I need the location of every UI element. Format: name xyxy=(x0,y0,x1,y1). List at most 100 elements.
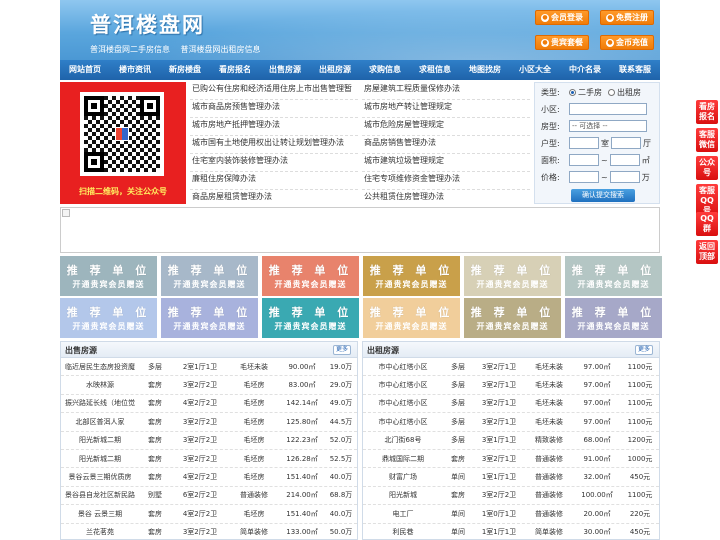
listing-row[interactable]: 景谷 云景三期 套房 4室2厅2卫 毛坯房 151.40㎡ 40.0万 xyxy=(61,505,357,524)
listing-row[interactable]: 阳光新城 套房 3室2厅2卫 普通装修 100.00㎡ 1100元 xyxy=(363,487,659,506)
recommended-unit-tile[interactable]: 推 荐 单 位开通贵宾会员赠送 xyxy=(464,298,561,338)
float-official-account[interactable]: 公众号 xyxy=(696,156,718,180)
site-logo[interactable]: 普洱楼盘网 xyxy=(90,9,205,39)
recommended-unit-tile[interactable]: 推 荐 单 位开通贵宾会员赠送 xyxy=(363,256,460,296)
news-item[interactable]: 城市危险房屋管理规定 xyxy=(362,118,530,136)
listing-row[interactable]: 市中心红塔小区 多层 3室2厅1卫 毛坯未装 97.00㎡ 1100元 xyxy=(363,376,659,395)
listing-price: 68.8万 xyxy=(329,491,353,500)
nav-news[interactable]: 楼市资讯 xyxy=(110,60,160,80)
login-button[interactable]: ● 会员登录 xyxy=(535,10,589,25)
news-item[interactable]: 廉租住房保障办法 xyxy=(190,172,358,190)
news-item[interactable]: 公共租赁住房管理办法 xyxy=(362,190,530,208)
news-item[interactable]: 商品房屋租赁管理办法 xyxy=(190,190,358,208)
listing-type: 多层 xyxy=(148,362,162,371)
tile-subtitle: 开通贵宾会员赠送 xyxy=(274,280,347,289)
recommended-unit-tile[interactable]: 推 荐 单 位开通贵宾会员赠送 xyxy=(60,298,157,338)
listing-row[interactable]: 水映林源 套房 3室2厅2卫 毛坯房 83.00㎡ 29.0万 xyxy=(61,376,357,395)
listing-row[interactable]: 北门街68号 多层 3室1厅1卫 精致装修 68.00㎡ 1200元 xyxy=(363,432,659,450)
listing-layout: 3室2厅1卫 xyxy=(481,454,517,463)
hall-select[interactable] xyxy=(611,137,641,149)
listing-layout: 1室1厅1卫 xyxy=(481,528,517,537)
news-item[interactable]: 城市房地产转让管理规定 xyxy=(362,100,530,118)
room-select[interactable] xyxy=(569,137,599,149)
listing-row[interactable]: 阳光新城二期 套房 3室2厅2卫 毛坯房 126.28㎡ 52.5万 xyxy=(61,450,357,469)
recommended-unit-tile[interactable]: 推 荐 单 位开通贵宾会员赠送 xyxy=(161,256,258,296)
ad-banner[interactable] xyxy=(60,207,660,253)
listing-price: 19.0万 xyxy=(329,362,353,371)
news-item[interactable]: 城市商品房预售管理办法 xyxy=(190,100,358,118)
nav-for-rent[interactable]: 出租房源 xyxy=(310,60,360,80)
recommended-unit-tile[interactable]: 推 荐 单 位开通贵宾会员赠送 xyxy=(161,298,258,338)
listing-row[interactable]: 振兴路延长线（地位觉 套房 4室2厅2卫 毛坯房 142.14㎡ 49.0万 xyxy=(61,395,357,414)
more-link[interactable]: 更多 xyxy=(634,345,653,355)
listing-area: 151.40㎡ xyxy=(286,473,318,482)
price-max-input[interactable] xyxy=(609,171,640,183)
listing-row[interactable]: 鼎城国际二期 套房 3室2厅1卫 普通装修 91.00㎡ 1000元 xyxy=(363,450,659,469)
register-button[interactable]: ● 免费注册 xyxy=(600,10,654,25)
radio-rental[interactable] xyxy=(608,89,615,96)
listing-row[interactable]: 市中心红塔小区 多层 3室2厅1卫 毛坯未装 97.00㎡ 1100元 xyxy=(363,395,659,414)
listing-row[interactable]: 临近居民生态房投资魔 多层 2室1厅1卫 毛坯未装 90.00㎡ 19.0万 xyxy=(61,358,357,377)
recommended-unit-tile[interactable]: 推 荐 单 位开通贵宾会员赠送 xyxy=(60,256,157,296)
radio-secondhand[interactable] xyxy=(569,89,576,96)
nav-want-buy[interactable]: 求购信息 xyxy=(360,60,410,80)
listing-price: 44.5万 xyxy=(329,417,353,426)
news-item[interactable]: 商品房销售管理办法 xyxy=(362,136,530,154)
listing-row[interactable]: 北部区普洱人家 套房 3室2厅2卫 毛坯房 125.80㎡ 44.5万 xyxy=(61,413,357,432)
house-type-select[interactable]: -- 可选择 -- xyxy=(569,120,647,132)
nav-viewing-signup[interactable]: 看房报名 xyxy=(210,60,260,80)
float-qq-group[interactable]: QQ群 xyxy=(696,212,718,236)
nav-contact[interactable]: 联系客服 xyxy=(610,60,660,80)
news-item[interactable]: 房屋建筑工程质量保修办法 xyxy=(362,82,530,100)
coin-recharge-button[interactable]: ● 金币充值 xyxy=(600,35,654,50)
search-submit-button[interactable]: 确认提交搜索 xyxy=(571,189,635,202)
vip-package-button[interactable]: ● 贵宾套餐 xyxy=(535,35,589,50)
community-input[interactable] xyxy=(569,103,647,115)
more-link[interactable]: 更多 xyxy=(332,345,351,355)
listing-row[interactable]: 财富广场 单间 1室1厅1卫 普通装修 32.00㎡ 450元 xyxy=(363,468,659,487)
recommended-unit-tile[interactable]: 推 荐 单 位开通贵宾会员赠送 xyxy=(262,256,359,296)
listing-row[interactable]: 景谷县自龙社区新民路 别墅 6室2厅2卫 普通装修 214.00㎡ 68.8万 xyxy=(61,487,357,506)
nav-for-sale[interactable]: 出售房源 xyxy=(260,60,310,80)
listing-row[interactable]: 阳光新城二期 套房 3室2厅2卫 毛坯房 122.23㎡ 52.0万 xyxy=(61,432,357,450)
area-max-input[interactable] xyxy=(609,154,640,166)
listing-row[interactable]: 景谷云景三期优质房 套房 4室2厅2卫 毛坯房 151.40㎡ 40.0万 xyxy=(61,468,357,487)
nav-new-homes[interactable]: 新房楼盘 xyxy=(160,60,210,80)
recommended-unit-tile[interactable]: 推 荐 单 位开通贵宾会员赠送 xyxy=(565,256,662,296)
listing-price: 450元 xyxy=(629,528,651,537)
float-wechat-service[interactable]: 客服微信 xyxy=(696,128,718,152)
listing-type: 多层 xyxy=(451,362,465,371)
nav-map[interactable]: 地图找房 xyxy=(460,60,510,80)
secondhand-link[interactable]: 普洱楼盘网二手房信息 xyxy=(90,45,170,54)
listing-area: 97.00㎡ xyxy=(583,381,611,390)
nav-want-rent[interactable]: 求租信息 xyxy=(410,60,460,80)
listing-row[interactable]: 电工厂 单间 1室0厅1卫 普通装修 20.00㎡ 220元 xyxy=(363,505,659,524)
area-min-input[interactable] xyxy=(569,154,599,166)
listing-row[interactable]: 市中心红塔小区 多层 3室2厅1卫 毛坯未装 97.00㎡ 1100元 xyxy=(363,413,659,432)
qr-finder xyxy=(140,96,160,116)
rental-link[interactable]: 普洱楼盘网出租房信息 xyxy=(181,45,261,54)
nav-communities[interactable]: 小区大全 xyxy=(510,60,560,80)
news-item[interactable]: 住宅室内装饰装修管理办法 xyxy=(190,154,358,172)
listing-type: 多层 xyxy=(451,399,465,408)
news-item[interactable]: 已购公有住房和经济适用住房上市出售管理暂 xyxy=(190,82,358,100)
float-viewing-signup[interactable]: 看房报名 xyxy=(696,100,718,124)
tile-title: 推 荐 单 位 xyxy=(167,306,252,319)
listing-title: 电工厂 xyxy=(392,509,414,518)
recommended-unit-tile[interactable]: 推 荐 单 位开通贵宾会员赠送 xyxy=(363,298,460,338)
listing-row[interactable]: 兰花茗苑 套房 3室2厅2卫 简单装修 133.00㎡ 50.0万 xyxy=(61,524,357,539)
recommended-unit-tile[interactable]: 推 荐 单 位开通贵宾会员赠送 xyxy=(262,298,359,338)
listing-row[interactable]: 利民巷 单间 1室1厅1卫 简单装修 30.00㎡ 450元 xyxy=(363,524,659,539)
recommended-unit-tile[interactable]: 推 荐 单 位开通贵宾会员赠送 xyxy=(565,298,662,338)
news-item[interactable]: 城市国有土地使用权出让转让规划管理办法 xyxy=(190,136,358,154)
nav-agencies[interactable]: 中介名录 xyxy=(560,60,610,80)
nav-home[interactable]: 网站首页 xyxy=(60,60,110,80)
recommended-unit-tile[interactable]: 推 荐 单 位开通贵宾会员赠送 xyxy=(464,256,561,296)
listing-row[interactable]: 市中心红塔小区 多层 3室2厅1卫 毛坯未装 97.00㎡ 1100元 xyxy=(363,358,659,377)
listing-decoration: 普通装修 xyxy=(535,491,563,500)
news-item[interactable]: 城市建筑垃圾管理规定 xyxy=(362,154,530,172)
news-item[interactable]: 城市房地产抵押管理办法 xyxy=(190,118,358,136)
news-item[interactable]: 住宅专项维修资金管理办法 xyxy=(362,172,530,190)
price-min-input[interactable] xyxy=(569,171,599,183)
float-back-to-top[interactable]: 返回顶部 xyxy=(696,240,718,264)
